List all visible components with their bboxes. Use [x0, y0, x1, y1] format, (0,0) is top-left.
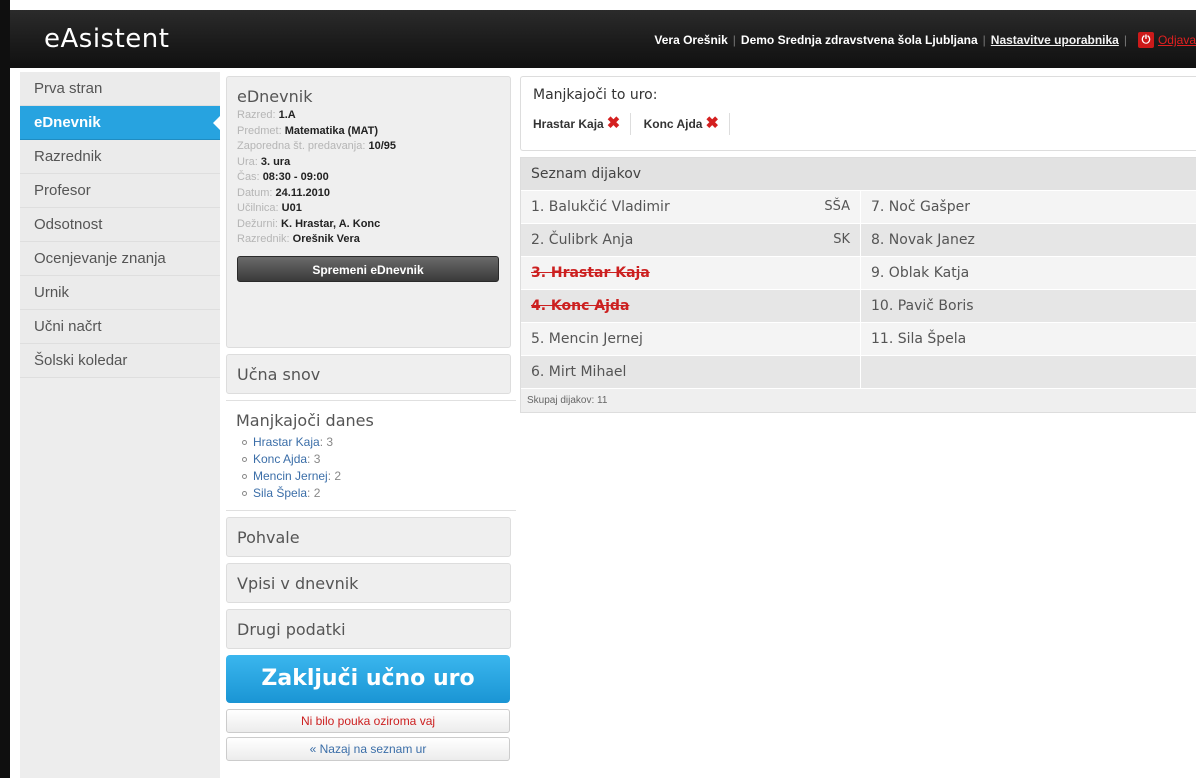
sidebar-item-prva-stran[interactable]: Prva stran: [20, 72, 220, 106]
logout-link[interactable]: Odjava: [1158, 33, 1196, 47]
student-cell[interactable]: 7. Noč Gašper: [861, 191, 1196, 223]
student-cell[interactable]: 11. Sila Špela: [861, 323, 1196, 355]
student-cell-absent[interactable]: 3. Hrastar Kaja: [521, 257, 861, 289]
section-drugi-podatki[interactable]: Drugi podatki: [226, 609, 511, 649]
sidebar-item-ocenjevanje[interactable]: Ocenjevanje znanja: [20, 242, 220, 276]
ednevnik-title: eDnevnik: [237, 87, 313, 106]
table-row: 5. Mencin Jernej 11. Sila Špela: [521, 322, 1196, 355]
user-name: Vera Orešnik: [654, 33, 728, 47]
power-icon[interactable]: ⏻: [1137, 32, 1154, 48]
absent-student-link[interactable]: Sila Špela: [253, 486, 307, 500]
main-content: Manjkajoči to uro: Hrastar Kaja ✖ Konc Aj…: [520, 76, 1196, 778]
table-row: 6. Mirt Mihael: [521, 355, 1196, 388]
absent-student-link[interactable]: Hrastar Kaja: [253, 435, 320, 449]
remove-x-icon[interactable]: ✖: [705, 116, 718, 132]
user-settings-link[interactable]: Nastavitve uporabnika: [991, 33, 1119, 47]
table-row: 2. Čulibrk Anja SK 8. Novak Janez: [521, 223, 1196, 256]
top-header: eAsistent Vera Orešnik | Demo Srednja zd…: [10, 10, 1196, 68]
absent-today-title: Manjkajoči danes: [236, 411, 374, 430]
student-cell[interactable]: 8. Novak Janez: [861, 224, 1196, 256]
student-list-title: Seznam dijakov: [521, 158, 1196, 190]
info-row-predmet: Predmet: Matematika (MAT): [237, 124, 379, 137]
sidebar: Prva stran eDnevnik Razrednik Profesor O…: [20, 72, 221, 778]
sidebar-item-ednevnik[interactable]: eDnevnik: [20, 106, 221, 140]
sidebar-item-profesor[interactable]: Profesor: [20, 174, 220, 208]
student-list: Seznam dijakov 1. Balukčić Vladimir SŠA 7…: [520, 157, 1196, 413]
info-row-ura: Ura: 3. ura: [237, 155, 291, 168]
lesson-panel: eDnevnik Razred: 1.A Predmet: Matematika…: [226, 76, 516, 778]
separator: |: [732, 33, 736, 47]
status-badge: SK: [833, 232, 850, 247]
bullet-icon: [242, 491, 247, 497]
table-row: 4. Konc Ajda 10. Pavič Boris: [521, 289, 1196, 322]
no-lesson-button[interactable]: Ni bilo pouka oziroma vaj: [226, 709, 510, 733]
info-row-cas: Čas: 08:30 - 09:00: [237, 171, 329, 183]
missing-this-lesson-box: Manjkajoči to uro: Hrastar Kaja ✖ Konc Aj…: [520, 76, 1196, 151]
ednevnik-info-box: eDnevnik Razred: 1.A Predmet: Matematika…: [226, 76, 511, 348]
school-name: Demo Srednja zdravstvena šola Ljubljana: [740, 33, 978, 47]
section-vpisi[interactable]: Vpisi v dnevnik: [226, 563, 511, 603]
separator: |: [982, 33, 986, 47]
section-ucna-snov[interactable]: Učna snov: [226, 354, 511, 394]
absent-student-link[interactable]: Konc Ajda: [253, 452, 307, 466]
sidebar-item-razrednik[interactable]: Razrednik: [20, 140, 220, 174]
list-item: Konc Ajda: 3: [236, 451, 506, 468]
status-badge: SŠA: [824, 199, 850, 214]
list-item: Hrastar Kaja: 3: [236, 434, 506, 451]
app-logo[interactable]: eAsistent: [44, 24, 169, 54]
bullet-icon: [242, 474, 247, 480]
section-pohvale[interactable]: Pohvale: [226, 517, 511, 557]
student-cell-absent[interactable]: 4. Konc Ajda: [521, 290, 861, 322]
student-cell[interactable]: 5. Mencin Jernej: [521, 323, 861, 355]
student-count: Skupaj dijakov: 11: [521, 388, 1196, 412]
sidebar-item-urnik[interactable]: Urnik: [20, 276, 220, 310]
back-to-lessons-button[interactable]: « Nazaj na seznam ur: [226, 737, 510, 761]
bullet-icon: [242, 440, 247, 446]
info-row-razred: Razred: 1.A: [237, 109, 296, 121]
missing-student-tag: Hrastar Kaja ✖: [533, 113, 632, 135]
sidebar-item-odsotnost[interactable]: Odsotnost: [20, 208, 220, 242]
page: eAsistent Vera Orešnik | Demo Srednja zd…: [0, 0, 1196, 778]
student-cell[interactable]: 6. Mirt Mihael: [521, 356, 861, 388]
close-lesson-button[interactable]: Zaključi učno uro: [226, 655, 510, 703]
empty-cell: [861, 356, 1196, 388]
absent-student-link[interactable]: Mencin Jernej: [253, 469, 328, 483]
student-cell[interactable]: 2. Čulibrk Anja SK: [521, 224, 861, 256]
user-bar: Vera Orešnik | Demo Srednja zdravstvena …: [654, 30, 1196, 50]
student-cell[interactable]: 10. Pavič Boris: [861, 290, 1196, 322]
student-cell[interactable]: 1. Balukčić Vladimir SŠA: [521, 191, 861, 223]
sidebar-item-ucni-nacrt[interactable]: Učni načrt: [20, 310, 220, 344]
remove-x-icon[interactable]: ✖: [607, 116, 620, 132]
info-row-zaporedna: Zaporedna št. predavanja: 10/95: [237, 140, 397, 152]
table-row: 1. Balukčić Vladimir SŠA 7. Noč Gašper: [521, 190, 1196, 223]
separator: |: [1123, 33, 1127, 47]
list-item: Mencin Jernej: 2: [236, 468, 506, 485]
missing-student-tag: Konc Ajda ✖: [644, 113, 730, 135]
list-item: Sila Špela: 2: [236, 485, 506, 502]
info-row-dezurni: Dežurni: K. Hrastar, A. Konc: [237, 217, 381, 230]
info-row-datum: Datum: 24.11.2010: [237, 186, 330, 199]
left-border: [0, 0, 10, 778]
student-cell[interactable]: 9. Oblak Katja: [861, 257, 1196, 289]
info-row-ucilnica: Učilnica: U01: [237, 202, 302, 214]
info-row-razrednik: Razrednik: Orešnik Vera: [237, 233, 360, 245]
change-ednevnik-button[interactable]: Spremeni eDnevnik: [237, 255, 499, 282]
missing-title: Manjkajoči to uro:: [533, 87, 658, 103]
bullet-icon: [242, 457, 247, 463]
sidebar-item-solski-koledar[interactable]: Šolski koledar: [20, 344, 220, 378]
absent-today-box: Manjkajoči danes Hrastar Kaja: 3 Konc Aj…: [226, 400, 516, 511]
table-row: 3. Hrastar Kaja 9. Oblak Katja: [521, 256, 1196, 289]
